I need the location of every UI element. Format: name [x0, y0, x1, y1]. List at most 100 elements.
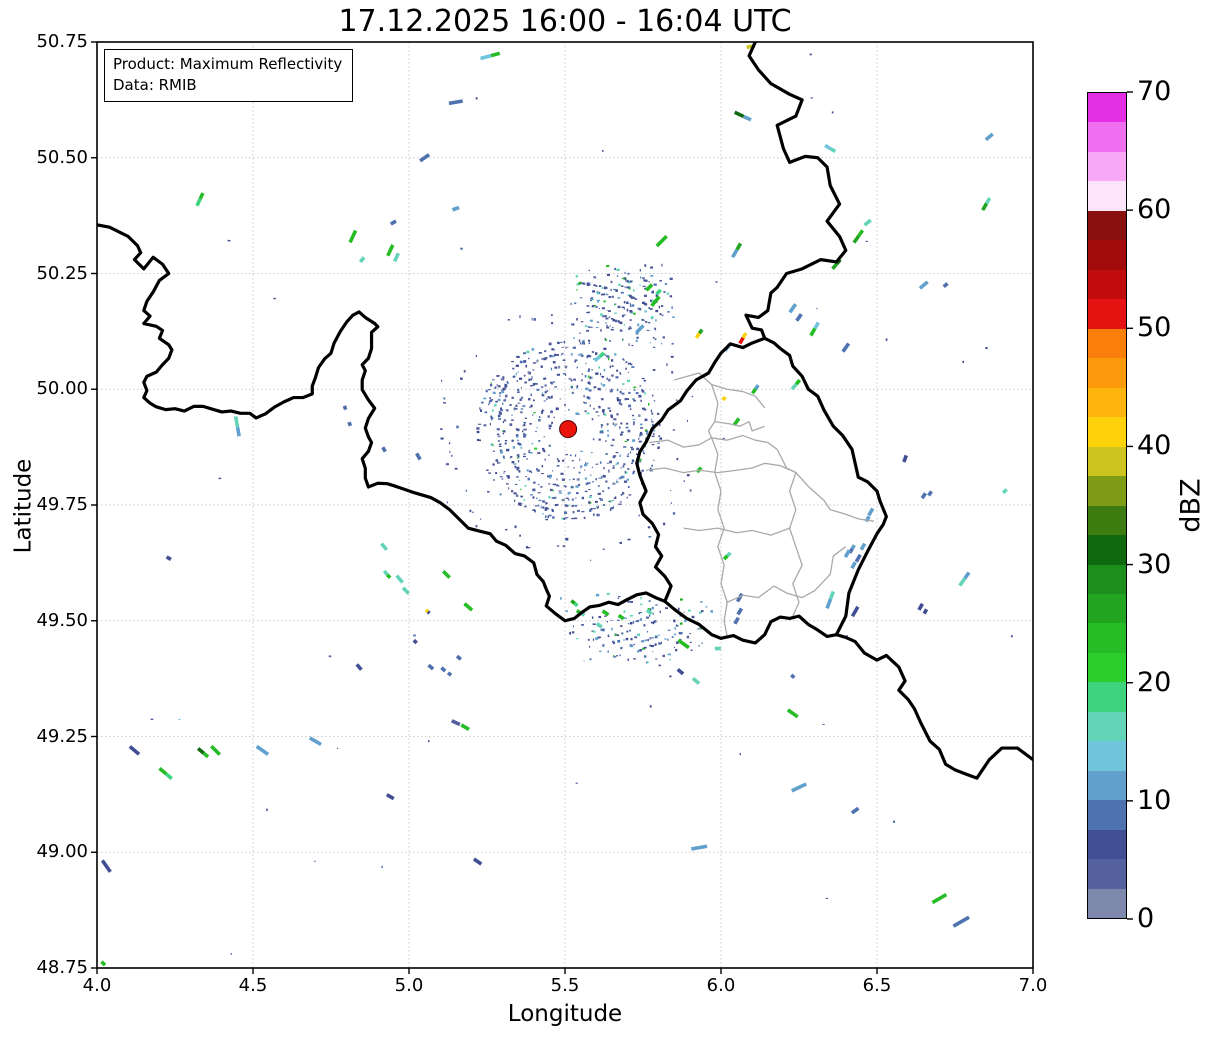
colorbar-cell [1088, 210, 1126, 241]
radar-echo-speck [535, 430, 537, 433]
y-tick-label: 50.75 [36, 31, 88, 52]
radar-echo-speck [591, 418, 594, 421]
radar-echo-speck [604, 354, 606, 357]
radar-echo-speck [583, 516, 586, 520]
radar-echo-speck [511, 439, 514, 442]
radar-echo-speck [313, 860, 316, 862]
radar-echo-speck [440, 437, 444, 440]
colorbar-tick-label: 30 [1137, 548, 1172, 580]
radar-echo-speck [524, 505, 527, 508]
radar-echo-streak [655, 288, 662, 296]
radar-echo-speck [574, 302, 577, 305]
colorbar-cell [1088, 387, 1126, 418]
radar-echo-speck [613, 656, 617, 658]
radar-echo-speck [607, 650, 609, 653]
radar-echo-speck [603, 467, 605, 470]
radar-echo-speck [627, 468, 630, 470]
radar-echo-streak [917, 602, 924, 611]
radar-echo-streak [852, 234, 861, 244]
radar-echo-speck [620, 467, 622, 469]
radar-echo-speck [571, 385, 574, 389]
radar-echo-speck [590, 508, 593, 510]
radar-echo-speck [516, 494, 519, 497]
colorbar-cell [1088, 741, 1126, 771]
radar-echo-streak [794, 378, 802, 386]
radar-echo-speck [519, 360, 523, 364]
radar-echo-speck [572, 323, 575, 326]
radar-echo-speck [593, 276, 597, 279]
radar-echo-speck [557, 459, 560, 463]
radar-echo-streak [158, 767, 168, 776]
radar-echo-speck [645, 430, 649, 432]
admin-border [726, 546, 847, 603]
radar-echo-speck [520, 408, 524, 410]
radar-echo-speck [602, 474, 606, 478]
radar-echo-speck [536, 359, 539, 363]
radar-echo-speck [544, 384, 547, 387]
radar-echo-speck [560, 597, 562, 600]
radar-echo-speck [449, 450, 451, 453]
radar-echo-speck [622, 338, 624, 340]
radar-echo-speck [642, 640, 645, 642]
radar-echo-speck [651, 290, 654, 294]
radar-echo-speck [514, 499, 516, 502]
radar-echo-streak [931, 892, 948, 905]
radar-echo-speck [590, 326, 593, 328]
radar-echo-speck [592, 438, 595, 441]
radar-echo-speck [581, 342, 583, 345]
radar-echo-speck [565, 610, 568, 613]
radar-echo-speck [627, 429, 631, 433]
radar-echo-speck [588, 282, 591, 284]
colorbar-tick-label: 40 [1137, 430, 1172, 462]
radar-echo-speck [603, 286, 607, 290]
radar-echo-streak [750, 387, 758, 395]
radar-echo-speck [626, 422, 629, 425]
radar-echo-speck [544, 357, 546, 359]
radar-echo-speck [598, 285, 602, 288]
radar-echo-speck [595, 285, 598, 287]
radar-echo-speck [525, 546, 529, 549]
radar-echo-speck [596, 292, 600, 295]
radar-echo-speck [542, 500, 546, 503]
radar-echo-speck [511, 489, 514, 493]
x-axis-label: Longitude [507, 1001, 623, 1027]
radar-echo-speck [551, 421, 553, 425]
radar-echo-speck [589, 319, 593, 322]
radar-echo-speck [517, 371, 519, 373]
radar-echo-speck [587, 354, 591, 357]
radar-echo-speck [515, 372, 517, 376]
radar-echo-speck [667, 638, 669, 641]
radar-echo-speck [498, 392, 502, 394]
radar-echo-speck [517, 402, 521, 404]
radar-echo-speck [616, 462, 620, 465]
radar-echo-speck [662, 336, 665, 339]
radar-echo-speck [487, 403, 490, 406]
radar-echo-speck [669, 295, 673, 298]
radar-echo-speck [623, 446, 627, 448]
radar-echo-speck [675, 625, 679, 627]
radar-echo-speck [150, 718, 154, 720]
radar-echo-speck [571, 505, 574, 507]
radar-echo-speck [615, 451, 619, 454]
radar-echo-speck [603, 368, 606, 372]
radar-echo-speck [646, 661, 649, 664]
radar-echo-speck [661, 314, 664, 316]
radar-echo-speck [605, 440, 607, 442]
y-tick-label: 48.75 [36, 957, 88, 978]
radar-echo-speck [621, 285, 624, 287]
radar-echo-speck [523, 453, 526, 455]
radar-echo-speck [633, 386, 637, 389]
radar-echo-speck [574, 504, 578, 507]
colorbar-cell [1088, 800, 1126, 830]
radar-echo-speck [631, 280, 633, 282]
radar-echo-speck [607, 462, 609, 464]
radar-echo-speck [563, 340, 566, 344]
radar-echo-speck [595, 372, 599, 375]
radar-echo-speck [667, 653, 671, 656]
radar-echo-speck [576, 638, 579, 640]
radar-echo-speck [616, 268, 620, 271]
radar-echo-speck [654, 635, 658, 637]
radar-echo-speck [520, 488, 522, 490]
radar-echo-speck [633, 312, 636, 315]
radar-echo-speck [608, 310, 611, 312]
